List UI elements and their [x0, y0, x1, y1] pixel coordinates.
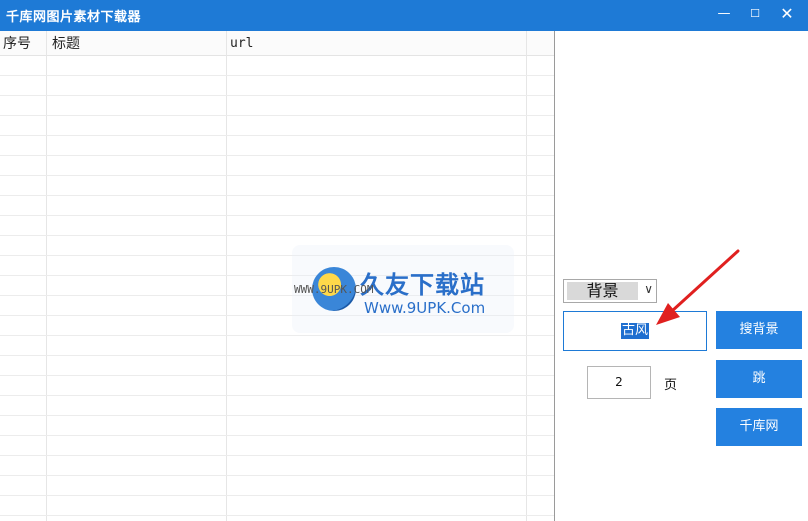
column-header-url[interactable]: url — [227, 31, 253, 55]
grid-header: 序号 标题 url — [0, 31, 554, 56]
grid-row-divider — [0, 95, 554, 96]
grid-row-divider — [0, 515, 554, 516]
grid-row-divider — [0, 455, 554, 456]
search-background-button[interactable]: 搜背景 — [716, 311, 802, 349]
maximize-icon[interactable]: ☐ — [743, 4, 767, 24]
watermark-background — [292, 245, 514, 333]
grid-row-divider — [0, 175, 554, 176]
qianku-site-button[interactable]: 千库网 — [716, 408, 802, 446]
grid-row-divider — [0, 495, 554, 496]
grid-row-divider — [0, 335, 554, 336]
grid-row-divider — [0, 375, 554, 376]
grid-row-divider — [0, 215, 554, 216]
keyword-input[interactable]: 古风 — [563, 311, 707, 351]
site-logo-icon — [312, 267, 356, 311]
close-icon[interactable]: ✕ — [775, 4, 799, 24]
grid-row-divider — [0, 315, 554, 316]
page-number-input[interactable]: 2 — [587, 366, 651, 399]
page-unit-label: 页 — [664, 378, 678, 393]
column-header-index[interactable]: 序号 — [0, 31, 31, 55]
watermark: 久友下载站 WWW.9UPK.COM Www.9UPK.Com — [292, 245, 514, 333]
jump-button[interactable]: 跳 — [716, 360, 802, 398]
minimize-icon[interactable]: — — [712, 4, 736, 24]
grid-column-divider — [46, 31, 47, 521]
chevron-down-icon[interactable]: ∨ — [644, 282, 653, 296]
column-header-title[interactable]: 标题 — [49, 31, 80, 55]
grid-row-divider — [0, 235, 554, 236]
title-bar: 千库网图片素材下载器 — ☐ ✕ — [0, 0, 808, 31]
category-select-value: 背景 — [567, 282, 638, 300]
grid-column-divider — [226, 31, 227, 521]
grid-row-divider — [0, 355, 554, 356]
grid-row-divider — [0, 435, 554, 436]
results-grid[interactable]: 序号 标题 url 久友下载站 WWW.9UPK.COM Www.9UPK.Co… — [0, 31, 555, 521]
keyword-input-value: 古风 — [621, 323, 650, 339]
category-select[interactable]: 背景 ∨ — [563, 279, 657, 303]
grid-row-divider — [0, 155, 554, 156]
grid-row-divider — [0, 75, 554, 76]
grid-column-divider — [526, 31, 527, 521]
grid-row-divider — [0, 295, 554, 296]
grid-row-divider — [0, 415, 554, 416]
grid-row-divider — [0, 115, 554, 116]
window-title: 千库网图片素材下载器 — [6, 10, 142, 25]
grid-row-divider — [0, 195, 554, 196]
grid-row-divider — [0, 275, 554, 276]
grid-row-divider — [0, 135, 554, 136]
grid-row-divider — [0, 395, 554, 396]
grid-row-divider — [0, 255, 554, 256]
grid-row-divider — [0, 475, 554, 476]
